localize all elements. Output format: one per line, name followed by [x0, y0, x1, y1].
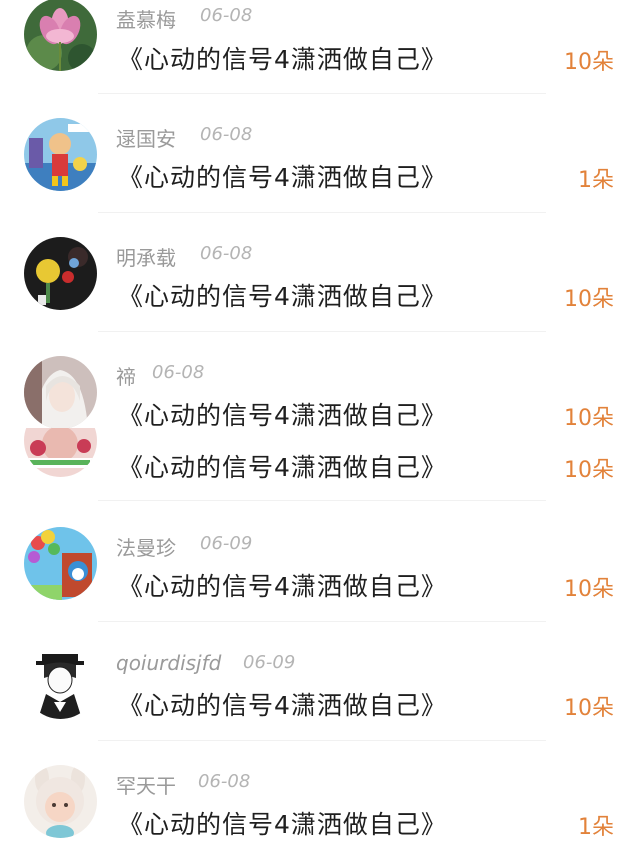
gift-date: 06-09: [243, 652, 296, 673]
gift-date: 06-08: [200, 124, 253, 145]
user-name: 明承载: [116, 246, 176, 270]
gift-count: 10朵: [564, 696, 614, 721]
gift-date: 06-08: [200, 5, 253, 26]
row-divider: [98, 212, 546, 213]
user-name: 法曼珍: [116, 536, 176, 560]
gift-row[interactable]: 法曼珍 06-09 《心动的信号4潇洒做自己》 10朵: [0, 502, 640, 622]
gift-title: 《心动的信号4潇洒做自己》: [118, 163, 447, 192]
row-divider: [98, 500, 546, 501]
gift-count: 1朵: [578, 168, 614, 193]
user-name: 逯国安: [116, 127, 176, 151]
gift-row[interactable]: 明承载 06-08 《心动的信号4潇洒做自己》 10朵: [0, 214, 640, 333]
anime-girl-avatar[interactable]: [24, 356, 97, 428]
gift-title: 《心动的信号4潇洒做自己》: [118, 282, 447, 311]
gift-count: 10朵: [564, 577, 614, 602]
cartoon-superhero-avatar[interactable]: [24, 118, 97, 191]
gift-title: 《心动的信号4潇洒做自己》: [118, 810, 447, 839]
gift-count: 10朵: [564, 287, 614, 312]
gift-title: 《心动的信号4潇洒做自己》: [118, 572, 447, 601]
gift-row[interactable]: 《心动的信号4潇洒做自己》 10朵: [0, 428, 640, 502]
balloons-doraemon-avatar[interactable]: [24, 527, 97, 600]
user-name: 罕天干: [116, 774, 176, 798]
gift-date: 06-08: [200, 243, 253, 264]
gift-count: 10朵: [564, 50, 614, 75]
gift-count: 10朵: [564, 406, 614, 428]
girl-photo-avatar[interactable]: [24, 428, 97, 477]
gift-title: 《心动的信号4潇洒做自己》: [118, 691, 447, 720]
gift-title: 《心动的信号4潇洒做自己》: [118, 45, 447, 74]
wind-chime-avatar[interactable]: [24, 237, 97, 310]
gift-row[interactable]: qoiurdisjfd 06-09 《心动的信号4潇洒做自己》 10朵: [0, 621, 640, 741]
gift-row[interactable]: 逯国安 06-08 《心动的信号4潇洒做自己》 1朵: [0, 95, 640, 214]
gift-count: 1朵: [578, 815, 614, 840]
gift-row[interactable]: 罕天干 06-08 《心动的信号4潇洒做自己》 1朵: [0, 740, 640, 853]
user-name: 禘: [116, 365, 136, 389]
user-name: qoiurdisjfd: [116, 651, 222, 675]
lotus-flower-avatar[interactable]: [24, 0, 97, 71]
gift-date: 06-08: [152, 362, 205, 383]
gift-date: 06-09: [200, 533, 253, 554]
child-bunny-hat-avatar[interactable]: [24, 765, 97, 838]
row-divider: [98, 331, 546, 332]
anime-boy-hat-avatar[interactable]: [24, 646, 97, 719]
gift-title: 《心动的信号4潇洒做自己》: [118, 401, 447, 428]
user-name: 盍慕梅: [116, 8, 176, 32]
gift-count: 10朵: [564, 458, 614, 483]
gift-row[interactable]: 盍慕梅 06-08 《心动的信号4潇洒做自己》 10朵: [0, 0, 640, 95]
gift-row[interactable]: 禘 06-08 《心动的信号4潇洒做自己》 10朵: [0, 333, 640, 428]
row-divider: [98, 93, 546, 94]
gift-title: 《心动的信号4潇洒做自己》: [118, 453, 447, 482]
gift-date: 06-08: [198, 771, 251, 792]
